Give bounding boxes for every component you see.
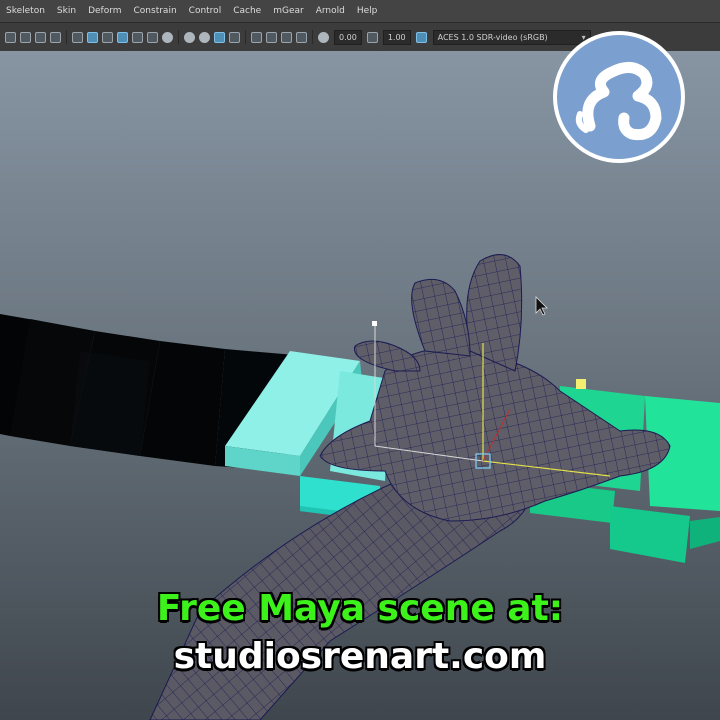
menu-skin[interactable]: Skin [51, 0, 82, 22]
exposure-icon[interactable] [318, 31, 329, 43]
wireframe-icon[interactable] [72, 31, 83, 43]
caption-line-2: studiosrenart.com [173, 636, 547, 677]
color-management-icon[interactable] [415, 31, 427, 43]
xray-icon[interactable] [117, 31, 128, 43]
bookmark-icon[interactable] [35, 31, 46, 43]
menu-help[interactable]: Help [351, 0, 384, 22]
caption-line-1: Free Maya scene at: [156, 588, 564, 629]
smooth-shade-icon[interactable] [87, 31, 98, 43]
camera-attributes-icon[interactable] [20, 31, 31, 43]
finger-index [466, 254, 523, 372]
menu-control[interactable]: Control [183, 0, 228, 22]
exposure-field[interactable]: 0.00 [334, 29, 362, 45]
menu-constrain[interactable]: Constrain [128, 0, 183, 22]
view-transform-value: ACES 1.0 SDR-video (sRGB) [437, 32, 548, 42]
shadows-icon[interactable] [162, 31, 173, 43]
toolbar-divider [66, 30, 67, 44]
menu-skeleton[interactable]: Skeleton [0, 0, 51, 22]
toolbar-divider [245, 30, 246, 44]
menu-arnold[interactable]: Arnold [310, 0, 351, 22]
lights-icon[interactable] [147, 31, 158, 43]
studio-logo [553, 31, 685, 163]
safe-action-icon[interactable] [296, 31, 307, 43]
menu-bar: Skeleton Skin Deform Constrain Control C… [0, 0, 720, 22]
menu-cache[interactable]: Cache [227, 0, 267, 22]
field-chart-icon[interactable] [281, 31, 292, 43]
gate-mask-icon[interactable] [266, 31, 277, 43]
gamma-icon[interactable] [366, 31, 378, 43]
toolbar-divider [312, 30, 313, 44]
grid-icon[interactable] [229, 31, 240, 43]
resolution-gate-icon[interactable] [251, 31, 262, 43]
menu-mgear[interactable]: mGear [267, 0, 310, 22]
ambient-occlusion-icon[interactable] [184, 31, 195, 43]
isolate-select-icon[interactable] [214, 31, 225, 43]
menu-deform[interactable]: Deform [82, 0, 127, 22]
wireframe-on-shaded-icon[interactable] [102, 31, 113, 43]
image-plane-icon[interactable] [50, 31, 61, 43]
gamma-field[interactable]: 1.00 [382, 29, 411, 45]
select-camera-icon[interactable] [5, 31, 16, 43]
toolbar-divider [178, 30, 179, 44]
textured-icon[interactable] [132, 31, 143, 43]
motion-blur-icon[interactable] [199, 31, 210, 43]
